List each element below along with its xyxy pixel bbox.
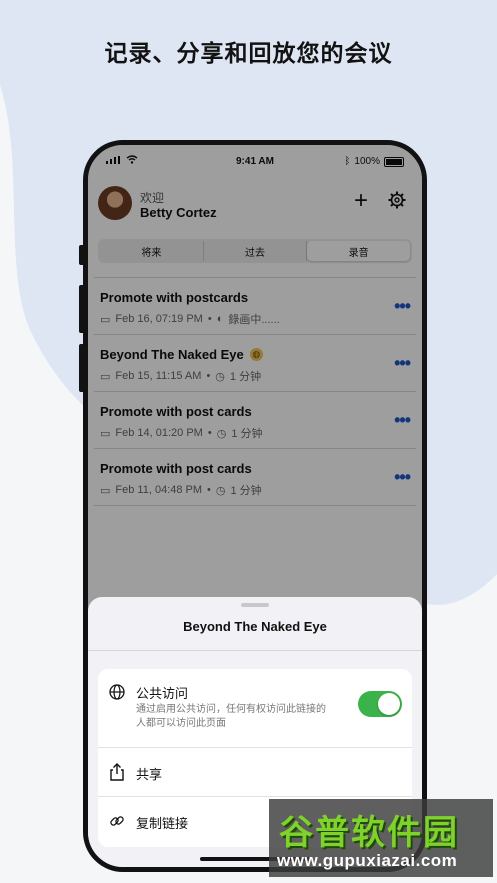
copy-link-label: 复制链接 [136,816,189,831]
page-headline: 记录、分享和回放您的会议 [104,40,393,66]
globe-icon [108,683,126,701]
public-access-label: 公共访问 [136,686,189,701]
public-access-option: 公共访问 通过启用公共访问，任何有权访问此链接的人都可以访问此页面 [98,669,412,748]
share-option[interactable]: 共享 [98,748,412,797]
share-label: 共享 [136,767,163,782]
share-icon [108,763,126,781]
sheet-title: Beyond The Naked Eye [183,619,327,634]
sheet-grabber[interactable] [241,603,269,607]
public-access-toggle[interactable] [358,691,402,717]
divider [88,650,422,651]
link-icon [108,812,126,830]
watermark: 谷普软件园 www.gupuxiazai.com [269,799,493,877]
watermark-url: www.gupuxiazai.com [277,851,458,870]
watermark-title: 谷普软件园 [279,814,459,852]
phone-frame: 9:41 AM ᛒ 100% 欢迎 Betty Cortez + 将来 过去 录… [83,140,427,872]
public-access-description: 通过启用公共访问，任何有权访问此链接的人都可以访问此页面 [136,704,326,729]
